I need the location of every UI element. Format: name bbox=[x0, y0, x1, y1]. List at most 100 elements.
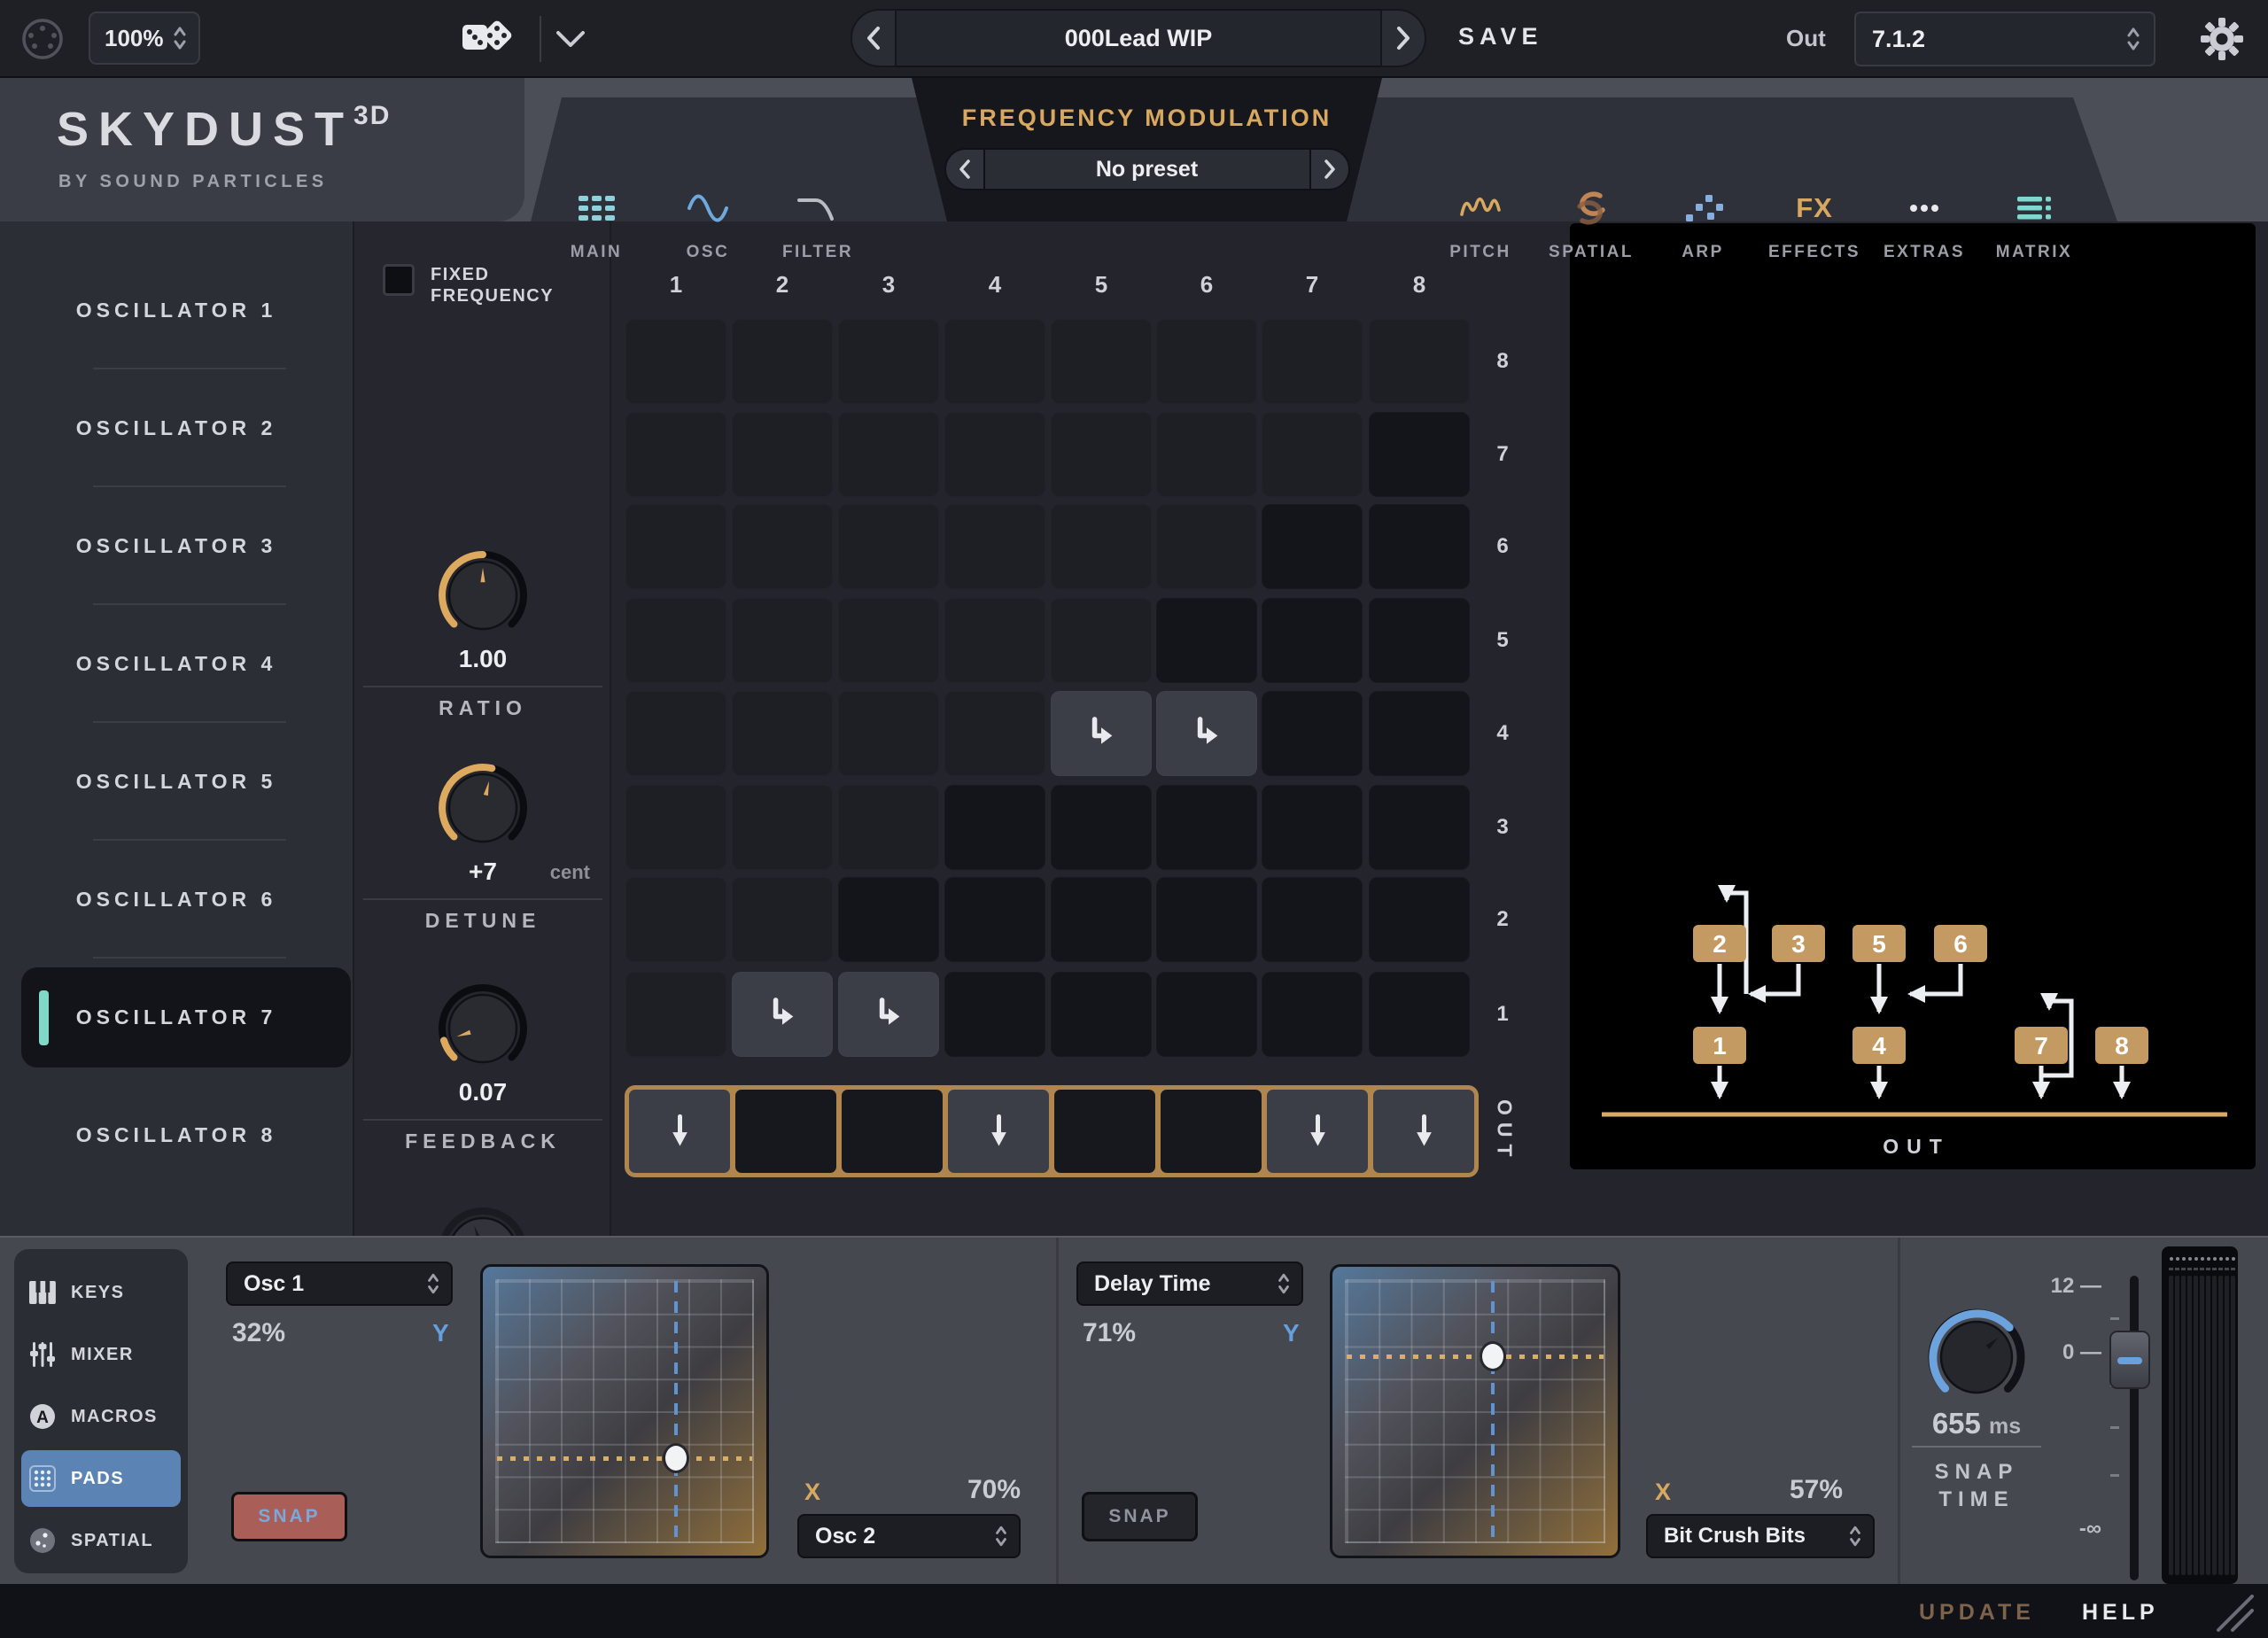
matrix-out-cell-8[interactable] bbox=[1373, 1090, 1474, 1173]
preset-next-button[interactable] bbox=[1380, 9, 1426, 67]
matrix-cell-r8-c1[interactable] bbox=[625, 319, 726, 404]
pad1-x-param-select[interactable]: Osc 2 bbox=[797, 1514, 1021, 1558]
fixed-frequency-checkbox[interactable] bbox=[383, 264, 415, 296]
pad2-handle[interactable] bbox=[1480, 1341, 1506, 1371]
detune-knob[interactable] bbox=[435, 760, 531, 856]
matrix-cell-r7-c4[interactable] bbox=[944, 412, 1045, 497]
matrix-cell-r3-c6[interactable] bbox=[1156, 785, 1257, 870]
pad1-y-param-select[interactable]: Osc 1 bbox=[226, 1261, 453, 1306]
snap-time-knob[interactable] bbox=[1923, 1304, 2030, 1410]
bottom-nav-pads[interactable]: PADS bbox=[14, 1448, 188, 1510]
matrix-cell-r7-c3[interactable] bbox=[838, 412, 939, 497]
bottom-nav-macros[interactable]: AMACROS bbox=[14, 1386, 188, 1448]
pad2-snap-button[interactable]: SNAP bbox=[1082, 1492, 1198, 1541]
matrix-cell-r7-c1[interactable] bbox=[625, 412, 726, 497]
chevron-down-icon[interactable] bbox=[555, 28, 586, 50]
sidebar-item-oscillator-5[interactable]: OSCILLATOR 5 bbox=[0, 723, 353, 841]
matrix-cell-r3-c4[interactable] bbox=[944, 785, 1045, 870]
dice-randomize-icon[interactable] bbox=[461, 14, 519, 64]
matrix-cell-r4-c8[interactable] bbox=[1369, 691, 1470, 776]
matrix-cell-r5-c8[interactable] bbox=[1369, 598, 1470, 683]
matrix-cell-r2-c2[interactable] bbox=[732, 877, 833, 962]
matrix-cell-r3-c5[interactable] bbox=[1051, 785, 1152, 870]
matrix-out-cell-1[interactable] bbox=[629, 1090, 730, 1173]
matrix-cell-r5-c4[interactable] bbox=[944, 598, 1045, 683]
matrix-cell-r7-c8[interactable] bbox=[1369, 412, 1470, 497]
matrix-cell-r2-c3[interactable] bbox=[838, 877, 939, 962]
fm-preset-next-button[interactable] bbox=[1309, 148, 1350, 190]
matrix-out-cell-7[interactable] bbox=[1267, 1090, 1368, 1173]
zoom-control[interactable]: 100% bbox=[89, 12, 200, 65]
matrix-cell-r6-c5[interactable] bbox=[1051, 504, 1152, 589]
matrix-cell-r2-c7[interactable] bbox=[1262, 877, 1363, 962]
bottom-nav-spatial[interactable]: SPATIAL bbox=[14, 1510, 188, 1572]
matrix-cell-r4-c5[interactable] bbox=[1051, 691, 1152, 776]
matrix-cell-r5-c5[interactable] bbox=[1051, 598, 1152, 683]
matrix-cell-r3-c1[interactable] bbox=[625, 785, 726, 870]
matrix-cell-r3-c8[interactable] bbox=[1369, 785, 1470, 870]
matrix-cell-r2-c4[interactable] bbox=[944, 877, 1045, 962]
fm-preset-prev-button[interactable] bbox=[944, 148, 985, 190]
matrix-cell-r7-c6[interactable] bbox=[1156, 412, 1257, 497]
matrix-cell-r7-c5[interactable] bbox=[1051, 412, 1152, 497]
sidebar-item-oscillator-7[interactable]: OSCILLATOR 7 bbox=[0, 959, 353, 1076]
pad1-handle[interactable] bbox=[663, 1443, 689, 1473]
tab-filter[interactable]: FILTER bbox=[751, 175, 884, 299]
matrix-cell-r3-c2[interactable] bbox=[732, 785, 833, 870]
matrix-cell-r8-c5[interactable] bbox=[1051, 319, 1152, 404]
matrix-cell-r8-c3[interactable] bbox=[838, 319, 939, 404]
matrix-cell-r1-c2[interactable] bbox=[732, 972, 833, 1057]
pad2-y-param-select[interactable]: Delay Time bbox=[1076, 1261, 1303, 1306]
matrix-cell-r5-c3[interactable] bbox=[838, 598, 939, 683]
output-fader-handle[interactable] bbox=[2109, 1331, 2150, 1389]
matrix-cell-r5-c7[interactable] bbox=[1262, 598, 1363, 683]
help-button[interactable]: HELP bbox=[2082, 1600, 2159, 1626]
matrix-cell-r8-c7[interactable] bbox=[1262, 319, 1363, 404]
matrix-cell-r1-c5[interactable] bbox=[1051, 972, 1152, 1057]
resize-handle-icon[interactable] bbox=[2211, 1591, 2257, 1634]
preset-name-field[interactable]: 000Lead WIP bbox=[897, 9, 1380, 67]
matrix-cell-r2-c8[interactable] bbox=[1369, 877, 1470, 962]
matrix-cell-r6-c6[interactable] bbox=[1156, 504, 1257, 589]
matrix-cell-r4-c6[interactable] bbox=[1156, 691, 1257, 776]
sidebar-item-oscillator-2[interactable]: OSCILLATOR 2 bbox=[0, 369, 353, 487]
matrix-cell-r1-c8[interactable] bbox=[1369, 972, 1470, 1057]
matrix-out-cell-6[interactable] bbox=[1161, 1090, 1262, 1173]
tab-frequency-modulation-selected[interactable]: FREQUENCY MODULATION No preset bbox=[912, 78, 1382, 221]
pad2-x-param-select[interactable]: Bit Crush Bits bbox=[1646, 1514, 1875, 1558]
output-fader-track[interactable] bbox=[2130, 1276, 2139, 1580]
matrix-cell-r5-c1[interactable] bbox=[625, 598, 726, 683]
sidebar-item-oscillator-3[interactable]: OSCILLATOR 3 bbox=[0, 487, 353, 605]
matrix-cell-r6-c1[interactable] bbox=[625, 504, 726, 589]
matrix-cell-r2-c1[interactable] bbox=[625, 877, 726, 962]
matrix-cell-r5-c2[interactable] bbox=[732, 598, 833, 683]
sidebar-item-oscillator-1[interactable]: OSCILLATOR 1 bbox=[0, 252, 353, 369]
matrix-cell-r7-c7[interactable] bbox=[1262, 412, 1363, 497]
matrix-cell-r4-c1[interactable] bbox=[625, 691, 726, 776]
ratio-knob[interactable] bbox=[435, 547, 531, 643]
matrix-cell-r1-c3[interactable] bbox=[838, 972, 939, 1057]
sidebar-item-oscillator-8[interactable]: OSCILLATOR 8 bbox=[0, 1076, 353, 1194]
matrix-out-cell-5[interactable] bbox=[1054, 1090, 1155, 1173]
matrix-cell-r8-c6[interactable] bbox=[1156, 319, 1257, 404]
matrix-cell-r8-c4[interactable] bbox=[944, 319, 1045, 404]
output-format-select[interactable]: 7.1.2 bbox=[1854, 12, 2155, 66]
matrix-cell-r5-c6[interactable] bbox=[1156, 598, 1257, 683]
gear-settings-icon[interactable] bbox=[2199, 16, 2245, 62]
matrix-cell-r6-c2[interactable] bbox=[732, 504, 833, 589]
matrix-cell-r1-c4[interactable] bbox=[944, 972, 1045, 1057]
matrix-cell-r6-c7[interactable] bbox=[1262, 504, 1363, 589]
sidebar-item-oscillator-6[interactable]: OSCILLATOR 6 bbox=[0, 841, 353, 959]
matrix-out-cell-3[interactable] bbox=[842, 1090, 943, 1173]
matrix-cell-r1-c7[interactable] bbox=[1262, 972, 1363, 1057]
matrix-cell-r6-c8[interactable] bbox=[1369, 504, 1470, 589]
pad1-xy-pad[interactable] bbox=[480, 1264, 769, 1558]
matrix-out-cell-2[interactable] bbox=[735, 1090, 836, 1173]
matrix-cell-r8-c8[interactable] bbox=[1369, 319, 1470, 404]
tab-matrix[interactable]: MATRIX bbox=[1968, 175, 2101, 299]
matrix-cell-r1-c1[interactable] bbox=[625, 972, 726, 1057]
matrix-cell-r2-c5[interactable] bbox=[1051, 877, 1152, 962]
matrix-cell-r4-c3[interactable] bbox=[838, 691, 939, 776]
update-button[interactable]: UPDATE bbox=[1919, 1600, 2035, 1626]
matrix-cell-r7-c2[interactable] bbox=[732, 412, 833, 497]
